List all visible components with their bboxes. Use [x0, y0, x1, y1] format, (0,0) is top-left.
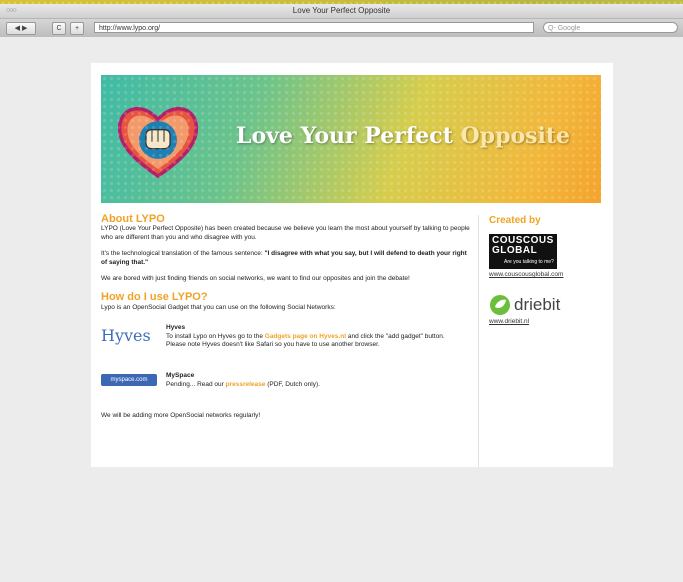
window-title: Love Your Perfect Opposite [292, 6, 391, 15]
hyves-logo[interactable]: Hyves [101, 327, 161, 344]
cc-tagline: Are you talking to me? [504, 259, 554, 265]
myspace-name: MySpace [166, 372, 195, 380]
browser-window: ○○○ Love Your Perfect Opposite ◀ ▶ C + h… [0, 4, 683, 582]
myspace-logo[interactable]: myspace.com [101, 374, 161, 387]
sidebar: Created by COUSCOUS GLOBAL Are you talki… [478, 215, 619, 467]
about-paragraph-3: We are bored with just finding friends o… [101, 275, 410, 283]
hyves-name: Hyves [166, 324, 186, 332]
created-by-heading: Created by [489, 215, 541, 226]
couscous-global-logo[interactable]: COUSCOUS GLOBAL Are you talking to me? [489, 234, 557, 269]
driebit-wordmark: driebit [514, 295, 561, 314]
search-field[interactable]: Q- Google [543, 22, 678, 33]
about-paragraph-2: It's the technological translation of th… [101, 250, 471, 267]
driebit-leaf-icon [490, 295, 510, 315]
heart-fist-logo-icon [117, 107, 199, 179]
cc-line-2: GLOBAL [492, 245, 538, 256]
banner-title: Love Your Perfect Opposite [236, 123, 570, 149]
main-column: About LYPO LYPO (Love Your Perfect Oppos… [101, 213, 471, 429]
pressrelease-link[interactable]: pressrelease [226, 381, 266, 388]
howto-intro: Lypo is an OpenSocial Gadget that you ca… [101, 303, 336, 311]
hyves-text: Hyves To install Lypo on Hyves go to the… [166, 324, 466, 349]
reload-button[interactable]: C [52, 22, 66, 35]
myspace-desc-pre: Pending... Read our [166, 380, 226, 388]
banner-title-main: Love Your Perfect [236, 123, 461, 149]
about-paragraph-1: LYPO (Love Your Perfect Opposite) has be… [101, 225, 470, 241]
browser-content: Love Your Perfect Opposite About LYPO LY… [0, 37, 683, 582]
header-banner: Love Your Perfect Opposite [101, 75, 601, 203]
myspace-badge[interactable]: myspace.com [101, 374, 157, 387]
myspace-text: MySpace Pending... Read our pressrelease… [166, 372, 466, 389]
back-forward-button[interactable]: ◀ ▶ [6, 22, 36, 35]
myspace-section: myspace.com MySpace Pending... Read our … [101, 372, 471, 406]
browser-toolbar: ◀ ▶ C + http://www.lypo.org/ Q- Google [0, 19, 683, 38]
howto-heading: How do I use LYPO? [101, 291, 208, 304]
web-page: Love Your Perfect Opposite About LYPO LY… [91, 63, 613, 467]
hyves-section: Hyves Hyves To install Lypo on Hyves go … [101, 324, 471, 366]
about-p2-text: It's the technological translation of th… [101, 250, 265, 258]
driebit-logo[interactable]: driebit [489, 294, 619, 316]
myspace-desc-post: (PDF, Dutch only). [265, 380, 320, 388]
hyves-gadgets-link[interactable]: Gadgets page on Hyves.nl [265, 333, 346, 340]
couscous-global-link[interactable]: www.couscousglobal.com [489, 271, 619, 278]
hyves-desc-pre: To install Lypo on Hyves go to the [166, 332, 265, 340]
add-bookmark-button[interactable]: + [70, 22, 84, 35]
howto-footer: We will be adding more OpenSocial networ… [101, 412, 261, 420]
address-bar[interactable]: http://www.lypo.org/ [94, 22, 534, 33]
title-bar: ○○○ Love Your Perfect Opposite [0, 4, 683, 19]
about-heading: About LYPO [101, 213, 165, 225]
driebit-link[interactable]: www.driebit.nl [489, 318, 619, 325]
banner-title-accent: Opposite [460, 123, 571, 149]
